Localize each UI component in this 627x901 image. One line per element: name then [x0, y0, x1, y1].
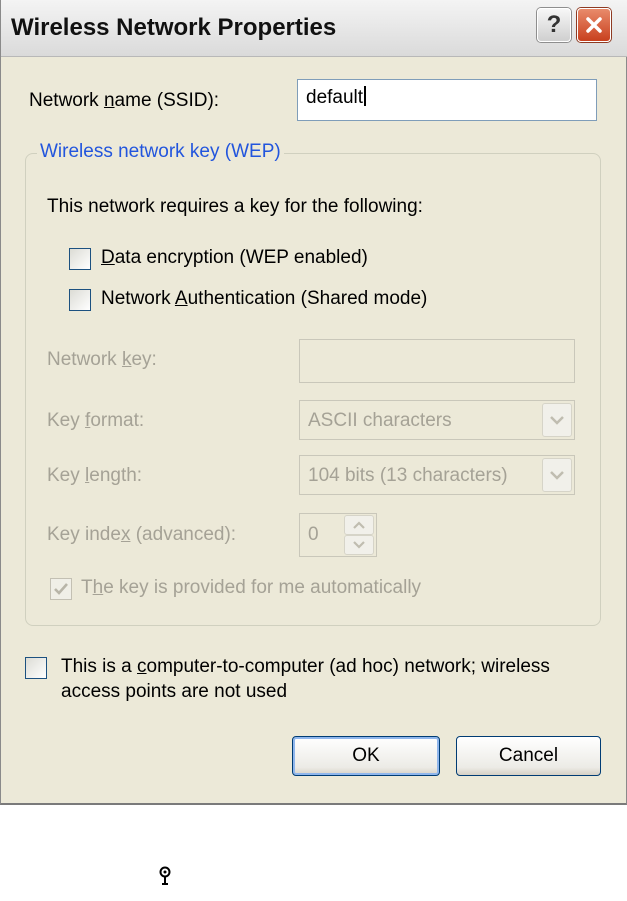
dropdown-arrow-icon — [550, 471, 564, 480]
ok-button[interactable]: OK — [292, 736, 440, 776]
auto-key-label[interactable]: The key is provided for me automatically — [81, 577, 421, 599]
wireless-network-properties-dialog: Wireless Network Properties ? Network na… — [0, 0, 627, 805]
help-icon: ? — [546, 11, 562, 38]
adhoc-label-line1[interactable]: This is a computer-to-computer (ad hoc) … — [61, 656, 550, 678]
title-bar[interactable]: Wireless Network Properties ? — [1, 0, 627, 57]
ssid-input[interactable]: default — [297, 79, 597, 121]
dropdown-arrow-icon — [550, 416, 564, 425]
wep-group-title: Wireless network key (WEP) — [37, 141, 284, 163]
cancel-button[interactable]: Cancel — [456, 736, 601, 776]
close-button[interactable] — [577, 8, 611, 42]
network-key-label: Network key: — [47, 349, 157, 370]
key-format-dropdown-button[interactable] — [542, 403, 572, 437]
key-format-select[interactable]: ASCII characters — [299, 400, 575, 440]
key-index-label: Key index (advanced): — [47, 524, 237, 545]
text-caret — [364, 86, 367, 106]
network-key-input[interactable] — [299, 339, 575, 383]
spin-up-icon — [353, 521, 365, 529]
close-icon — [586, 17, 602, 33]
key-length-value: 104 bits (13 characters) — [308, 465, 508, 486]
wireless-antenna-icon — [159, 866, 171, 885]
key-index-spin-up[interactable] — [344, 515, 374, 535]
ssid-value: default — [306, 87, 364, 108]
help-button[interactable]: ? — [537, 8, 571, 42]
key-length-label: Key length: — [47, 465, 143, 486]
key-length-dropdown-button[interactable] — [542, 458, 572, 492]
spin-down-icon — [353, 541, 365, 549]
adhoc-label-line2[interactable]: access points are not used — [61, 681, 287, 703]
key-length-select[interactable]: 104 bits (13 characters) — [299, 455, 575, 495]
key-index-value: 0 — [308, 524, 319, 545]
network-authentication-checkbox[interactable] — [69, 289, 91, 311]
key-index-spin-down[interactable] — [344, 535, 374, 555]
checkmark-icon — [54, 583, 68, 595]
requires-key-text: This network requires a key for the foll… — [47, 196, 423, 217]
ssid-label: Network name (SSID): — [29, 90, 220, 111]
key-format-label: Key format: — [47, 410, 145, 431]
window-title: Wireless Network Properties — [11, 14, 337, 41]
key-index-spinner[interactable]: 0 — [299, 513, 377, 557]
data-encryption-checkbox[interactable] — [69, 248, 91, 270]
data-encryption-label[interactable]: Data encryption (WEP enabled) — [101, 247, 368, 269]
auto-key-checkbox[interactable] — [50, 578, 72, 600]
key-format-value: ASCII characters — [308, 410, 452, 431]
network-authentication-label[interactable]: Network Authentication (Shared mode) — [101, 288, 427, 310]
adhoc-checkbox[interactable] — [25, 657, 47, 679]
